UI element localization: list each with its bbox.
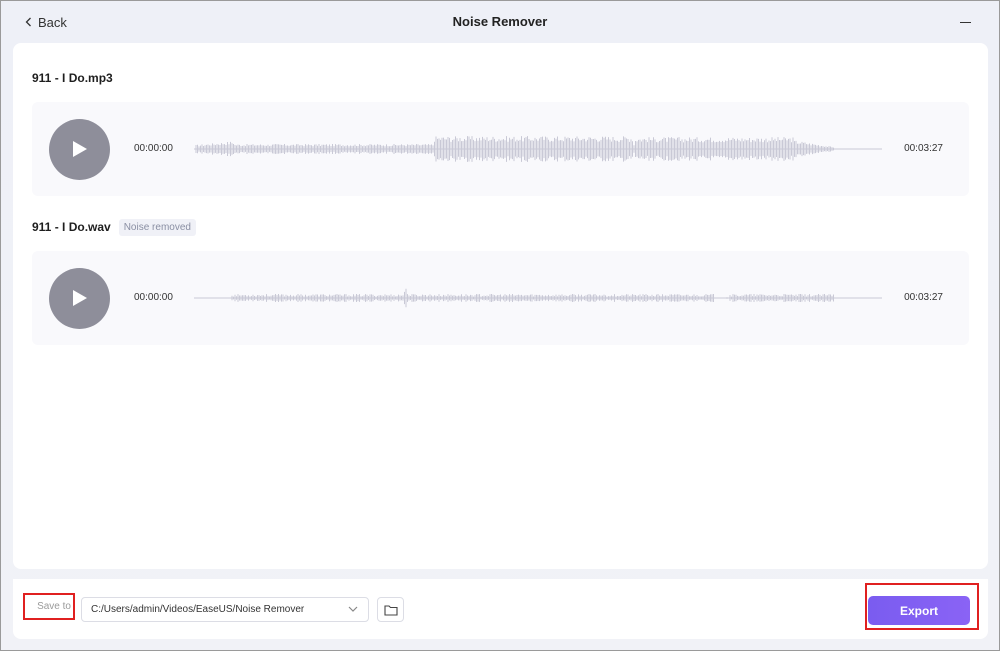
processed-file-name: 911 - I Do.wav [32, 220, 111, 234]
noise-removed-badge: Noise removed [118, 218, 196, 236]
original-start-time: 00:00:00 [134, 143, 173, 154]
page-title: Noise Remover [452, 14, 548, 29]
export-button[interactable]: Export [868, 596, 970, 625]
original-track-player: 00:00:00 00:03:27 [32, 102, 969, 196]
save-path-select[interactable]: C:/Users/admin/Videos/EaseUS/Noise Remov… [81, 597, 369, 622]
original-play-button[interactable] [49, 119, 110, 180]
title-bar: Back Noise Remover [1, 1, 999, 43]
save-to-label: Save to [23, 593, 75, 620]
processed-end-time: 00:03:27 [904, 292, 943, 303]
folder-icon [384, 605, 398, 616]
play-icon [73, 141, 87, 157]
processed-play-button[interactable] [49, 268, 110, 329]
chevron-down-icon [348, 606, 358, 612]
tracks-panel: 911 - I Do.mp3 00:00:00 00:03:27 911 - I… [13, 43, 988, 569]
save-path-value: C:/Users/admin/Videos/EaseUS/Noise Remov… [91, 604, 305, 615]
processed-waveform[interactable] [194, 278, 882, 318]
export-bar: Save to C:/Users/admin/Videos/EaseUS/Noi… [13, 579, 988, 639]
minimize-icon[interactable] [959, 13, 973, 31]
play-icon [73, 290, 87, 306]
original-end-time: 00:03:27 [904, 143, 943, 154]
original-waveform[interactable] [194, 129, 882, 169]
noise-remover-window: Back Noise Remover 911 - I Do.mp3 00:00:… [0, 0, 1000, 651]
original-file-name: 911 - I Do.mp3 [32, 71, 113, 85]
browse-folder-button[interactable] [377, 597, 404, 622]
processed-start-time: 00:00:00 [134, 292, 173, 303]
original-file-title: 911 - I Do.mp3 [32, 68, 113, 88]
processed-file-title: 911 - I Do.wav Noise removed [32, 217, 196, 237]
processed-track-player: 00:00:00 00:03:27 [32, 251, 969, 345]
